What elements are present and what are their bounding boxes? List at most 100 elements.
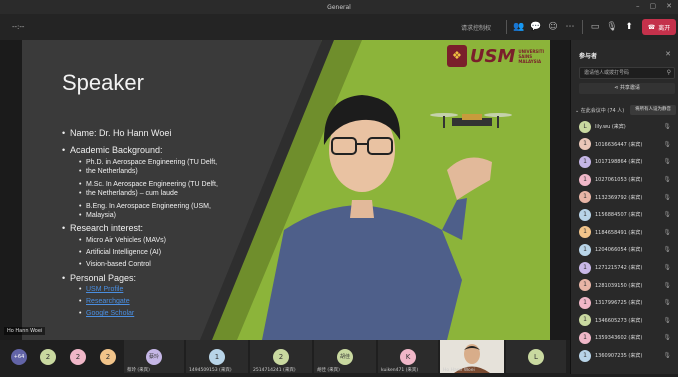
participant-row[interactable]: 1 1359343602 (来宾) 🎙 xyxy=(575,329,677,347)
participant-row[interactable]: 1 1204066054 (来宾) 🎙 xyxy=(575,241,677,259)
participant-name: 1156884507 (来宾) xyxy=(595,212,643,219)
request-control-button[interactable]: 请求控制权 xyxy=(461,23,491,32)
bullet-research: Research interest: xyxy=(62,223,143,233)
link-usm-profile[interactable]: USM Profile xyxy=(79,286,123,293)
mic-muted-icon: 🎙 xyxy=(663,123,671,131)
avatar: 1 xyxy=(579,314,591,327)
participant-row[interactable]: 1 1017198864 (来宾) 🎙 xyxy=(575,153,677,171)
window-controls: – ▢ ✕ xyxy=(636,2,672,10)
more-icon[interactable]: ⋯ xyxy=(564,21,576,33)
video-tile[interactable]: Ho Hann Woei xyxy=(440,340,504,373)
participant-row[interactable]: 1 1271215742 (来宾) 🎙 xyxy=(575,259,677,277)
mic-muted-icon: 🎙 xyxy=(663,334,671,342)
link-researchgate[interactable]: Researchgate xyxy=(79,298,130,305)
tile-name: Ho Hann Woei xyxy=(443,368,475,373)
participant-name: 1281039150 (来宾) xyxy=(595,282,643,289)
mic-muted-icon: 🎙 xyxy=(663,281,671,289)
tile-name: 蔡玲 (来宾) xyxy=(127,368,150,373)
participant-row[interactable]: Llily.wu (来宾) 🎙 xyxy=(575,118,677,136)
participant-row[interactable]: 1 1027061053 (来宾) 🎙 xyxy=(575,171,677,189)
avatar: 1 xyxy=(209,349,225,365)
phone-icon: ☎ xyxy=(647,23,656,31)
participant-name: 1027061053 (来宾) xyxy=(595,177,643,184)
mute-all-button[interactable]: 将所有人设为静音 xyxy=(630,105,676,115)
avatar: 1 xyxy=(579,296,591,309)
video-tile[interactable]: L xyxy=(506,340,566,373)
divider xyxy=(506,20,507,34)
video-tile[interactable]: 2 xyxy=(64,340,92,373)
bullet-phd: Ph.D. in Aerospace Engineering (TU Delft… xyxy=(79,159,217,166)
close-icon[interactable]: ✕ xyxy=(665,50,671,58)
bullet-msc-cont: the Netherlands) – cum laude xyxy=(79,190,178,197)
avatar: 蔡玲 xyxy=(146,349,162,365)
participant-row[interactable]: 1 1346605273 (来宾) 🎙 xyxy=(575,312,677,330)
participant-name: 1184658491 (来宾) xyxy=(595,229,643,236)
minimize-icon[interactable]: – xyxy=(636,2,640,10)
mic-muted-icon: 🎙 xyxy=(663,158,671,166)
participant-row[interactable]: 1 1360907235 (来宾) 🎙 xyxy=(575,347,677,365)
video-tile[interactable]: 1 1494509153 (来宾) xyxy=(186,340,248,373)
avatar: 1 xyxy=(579,261,591,274)
share-icon[interactable]: ⬆ xyxy=(623,21,635,33)
leave-button[interactable]: ☎ 离开 xyxy=(642,19,676,35)
participant-name: 1317996725 (来宾) xyxy=(595,300,643,307)
tile-name: 胡佳 (来宾) xyxy=(317,368,340,373)
mic-muted-icon: 🎙 xyxy=(663,211,671,219)
mic-muted-icon: 🎙 xyxy=(663,316,671,324)
video-tile[interactable]: 胡佳 胡佳 (来宾) xyxy=(314,340,376,373)
link-google-scholar[interactable]: Google Scholar xyxy=(79,310,134,317)
participant-row[interactable]: 1 1317996725 (来宾) 🎙 xyxy=(575,294,677,312)
divider xyxy=(582,20,583,34)
usm-logo: ❖ USM UNIVERSITI SAINS MALAYSIA xyxy=(446,45,544,67)
bullet-name: Name: Dr. Ho Hann Woei xyxy=(62,128,171,138)
participant-row[interactable]: 1 1156884507 (来宾) 🎙 xyxy=(575,206,677,224)
bullet-r1: Micro Air Vehicles (MAVs) xyxy=(79,237,166,244)
bullet-msc: M.Sc. In Aerospace Engineering (TU Delft… xyxy=(79,181,218,188)
participant-name: lily.wu (来宾) xyxy=(595,124,626,131)
video-tile[interactable]: 2 2514714241 (来宾) xyxy=(250,340,312,373)
video-tile[interactable]: 2 xyxy=(94,340,122,373)
participant-name: 1132369792 (来宾) xyxy=(595,194,643,201)
usm-wordmark: USM xyxy=(469,45,516,67)
participant-name: 1016636447 (来宾) xyxy=(595,141,643,148)
section-header[interactable]: ⌄ 在此会议中 (74 人) xyxy=(575,107,624,114)
video-tile[interactable]: Kkuiken471 (来宾) xyxy=(378,340,438,373)
maximize-icon[interactable]: ▢ xyxy=(650,2,657,10)
video-tile[interactable]: 蔡玲蔡玲 (来宾) xyxy=(124,340,184,373)
avatar: K xyxy=(400,349,416,365)
overflow-count: +64 xyxy=(11,349,27,365)
participant-row[interactable]: 1 1184658491 (来宾) 🎙 xyxy=(575,224,677,242)
avatar: 2 xyxy=(273,349,289,365)
avatar: 1 xyxy=(579,173,591,186)
camera-icon[interactable]: ▭ xyxy=(589,21,601,33)
usm-subtitle: UNIVERSITI SAINS MALAYSIA xyxy=(518,48,544,64)
mic-muted-icon: 🎙 xyxy=(663,176,671,184)
overflow-tile[interactable]: +64 xyxy=(4,340,34,373)
people-icon[interactable]: 👥 xyxy=(513,21,525,33)
participant-name: 1346605273 (来宾) xyxy=(595,317,643,324)
avatar: 1 xyxy=(579,208,591,221)
participant-row[interactable]: 1 1281039150 (来宾) 🎙 xyxy=(575,276,677,294)
participant-name: 1359343602 (来宾) xyxy=(595,335,643,342)
bullet-personal: Personal Pages: xyxy=(62,273,136,283)
reactions-icon[interactable]: ☺ xyxy=(547,21,559,33)
avatar: 2 xyxy=(40,349,56,365)
presentation-slide: Speaker Name: Dr. Ho Hann Woei Academic … xyxy=(22,40,550,340)
avatar: 1 xyxy=(579,331,591,344)
mic-muted-icon: 🎙 xyxy=(663,264,671,272)
window-title: General xyxy=(327,3,351,11)
invite-search-input[interactable]: 邀请他人或拨打号码 ⚲ xyxy=(579,67,675,79)
bullet-r2: Artificial Intelligence (AI) xyxy=(79,249,161,256)
mic-icon[interactable]: 🎙 xyxy=(606,21,618,33)
bullet-beng: B.Eng. In Aerospace Engineering (USM, xyxy=(79,203,211,210)
bullet-phd-cont: the Netherlands) xyxy=(79,168,138,175)
bullet-academic: Academic Background: xyxy=(62,145,163,155)
chat-icon[interactable]: 💬 xyxy=(530,21,542,33)
participant-row[interactable]: 1 1132369792 (来宾) 🎙 xyxy=(575,188,677,206)
crest-icon: ❖ xyxy=(446,45,467,67)
close-window-icon[interactable]: ✕ xyxy=(666,2,672,10)
participant-row[interactable]: 1 1016636447 (来宾) 🎙 xyxy=(575,136,677,154)
share-invite-button[interactable]: ⋖ 共享邀请 xyxy=(579,83,675,94)
mic-muted-icon: 🎙 xyxy=(663,193,671,201)
video-tile[interactable]: 2 xyxy=(34,340,62,373)
